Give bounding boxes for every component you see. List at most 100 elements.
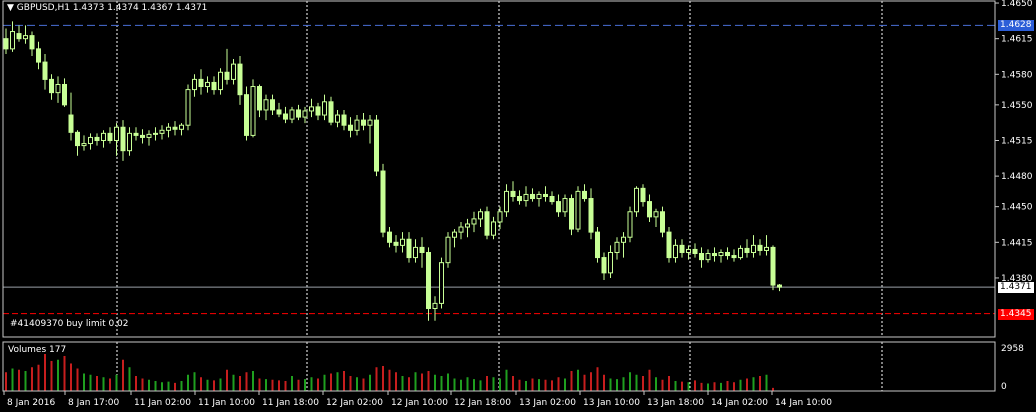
- candle-body-bear: [484, 211, 490, 236]
- candle-body-bull: [179, 124, 184, 130]
- candle-body-bear: [387, 231, 392, 243]
- candle-body-bear: [270, 99, 275, 111]
- candle-body-bull: [686, 248, 691, 253]
- candle-body-bear: [107, 132, 113, 141]
- candle-body-bear: [380, 170, 386, 233]
- candle-body-bull: [523, 193, 529, 202]
- candle-body-bull: [653, 211, 659, 218]
- candle-body-bear: [341, 114, 347, 126]
- time-tick-label: 14 Jan 02:00: [711, 398, 768, 408]
- price-axis: 1.4650 1.4615 1.4580 1.4550 1.4515 1.4480 1.44…: [995, 0, 1033, 392]
- candle-body-bull: [192, 78, 197, 91]
- time-grid-lines: [116, 1, 883, 391]
- price-tick-label: 1.4550: [1001, 101, 1033, 111]
- chart-menu-arrow-icon[interactable]: ▼: [7, 3, 14, 13]
- candle-body-bull: [335, 114, 340, 123]
- candle-body-bear: [374, 119, 379, 172]
- candle-body-bear: [283, 113, 288, 120]
- candle-body-bull: [185, 89, 191, 126]
- volume-histogram: [5, 354, 774, 391]
- ohlc-values: 1.4373 1.4374 1.4367 1.4371: [72, 3, 208, 13]
- candle-body-bear: [276, 109, 282, 115]
- candle-body-bear: [647, 201, 652, 218]
- candle-body-bear: [211, 81, 217, 91]
- candle-body-bear: [666, 231, 672, 259]
- candle-body-bull: [55, 83, 61, 94]
- candle-body-bear: [640, 187, 646, 203]
- candle-body-bull: [88, 136, 93, 145]
- symbol-header[interactable]: ▼ GBPUSD,H1 1.4373 1.4374 1.4367 1.4371: [7, 3, 207, 14]
- candle-body-bear: [29, 35, 35, 50]
- candle-body-bear: [679, 244, 685, 253]
- candle-body-bear: [731, 255, 737, 259]
- order-price-tag: 1.4345: [998, 308, 1034, 320]
- candle-body-bull: [718, 251, 724, 257]
- candle-body-bear: [237, 63, 243, 96]
- candle-body-bear: [49, 78, 54, 94]
- candle-body-bull: [127, 132, 132, 152]
- candle-body-bull: [465, 223, 470, 228]
- candle-body-bull: [81, 143, 87, 147]
- candle-body-bear: [569, 198, 574, 230]
- candle-body-bear: [68, 114, 74, 133]
- candle-body-bull: [146, 133, 152, 138]
- candle-body-bear: [3, 38, 9, 50]
- time-tick-label: 12 Jan 10:00: [391, 398, 448, 408]
- time-tick-label: 13 Jan 10:00: [583, 398, 640, 408]
- candle-body-bull: [497, 211, 503, 223]
- candle-body-bear: [757, 244, 763, 251]
- candle-body-bear: [172, 126, 178, 130]
- candle-body-bear: [62, 83, 67, 106]
- candle-body-bull: [764, 246, 769, 251]
- candle-body-bear: [296, 109, 301, 118]
- candle-body-bull: [322, 101, 327, 116]
- candle-body-bear: [198, 78, 204, 88]
- time-axis: 8 Jan 2016 8 Jan 17:00 11 Jan 02:00 11 Jan …: [3, 391, 832, 408]
- candle-body-bear: [133, 132, 139, 136]
- candle-body-bull: [159, 129, 165, 134]
- candle-body-bull: [250, 86, 256, 136]
- candle-body-bear: [588, 198, 594, 233]
- time-tick-label: 12 Jan 18:00: [454, 398, 511, 408]
- time-tick-label: 13 Jan 02:00: [519, 398, 576, 408]
- candle-body-bull: [504, 190, 509, 213]
- time-tick-label: 11 Jan 10:00: [198, 398, 255, 408]
- candle-body-bear: [712, 253, 717, 257]
- candle-body-bear: [556, 201, 561, 213]
- candle-body-bear: [393, 241, 399, 246]
- time-tick-label: 12 Jan 02:00: [326, 398, 383, 408]
- candle-body-bear: [660, 211, 665, 233]
- candle-body-bear: [361, 119, 366, 126]
- candle-body-bull: [705, 253, 711, 261]
- candle-body-bull: [471, 218, 477, 225]
- current-price-tag: 1.4371: [998, 282, 1034, 294]
- candle-body-bull: [634, 187, 639, 213]
- candle-body-bear: [582, 190, 587, 200]
- high-line-price-tag: 1.4628: [998, 20, 1034, 32]
- candle-body-bull: [231, 63, 236, 80]
- price-tick-label: 1.4415: [1001, 238, 1033, 248]
- candle-body-bear: [36, 48, 41, 63]
- chart-canvas[interactable]: 1.4650 1.4615 1.4580 1.4550 1.4515 1.4480 1.44…: [0, 0, 1036, 412]
- candle-body-bull: [114, 126, 119, 141]
- candle-body-bull: [478, 211, 483, 220]
- price-tick-label: 1.4650: [1001, 0, 1033, 9]
- candle-body-bear: [744, 247, 750, 253]
- candle-body-bull: [751, 244, 756, 253]
- candle-body-bull: [367, 119, 373, 126]
- candle-body-bear: [348, 124, 353, 131]
- candle-body-bull: [621, 236, 626, 243]
- candle-body-bear: [419, 246, 425, 253]
- time-tick-label: 11 Jan 02:00: [134, 398, 191, 408]
- candle-body-bull: [205, 81, 210, 88]
- candle-body-bear: [406, 238, 412, 259]
- candle-body-bull: [400, 238, 405, 246]
- candle-body-bear: [517, 195, 522, 202]
- volumes-label: Volumes 177: [8, 345, 67, 355]
- candle-body-bull: [354, 119, 360, 131]
- candle-body-bull: [218, 71, 223, 91]
- price-tick-label: 1.4515: [1001, 136, 1033, 146]
- candle-body-bull: [491, 221, 496, 236]
- candle-body-bear: [543, 193, 548, 197]
- time-tick-label: 14 Jan 10:00: [775, 398, 832, 408]
